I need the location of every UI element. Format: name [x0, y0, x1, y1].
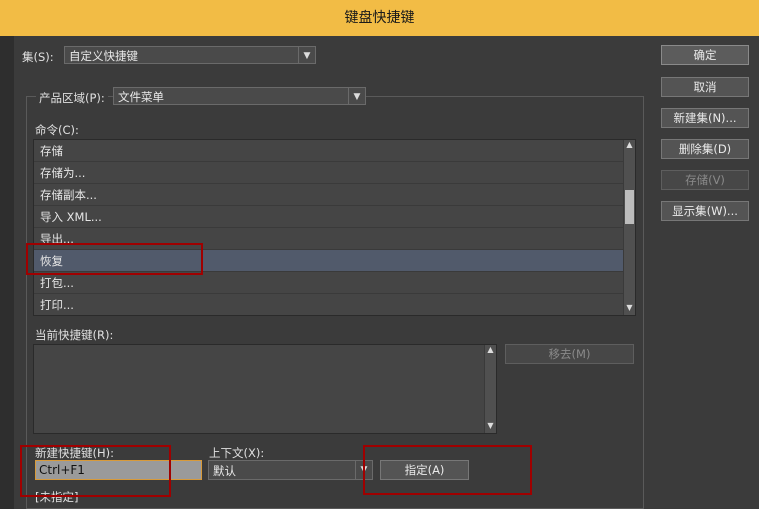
scroll-up-icon[interactable]: ▲ [485, 345, 496, 357]
context-dropdown[interactable]: 默认 ▼ [208, 460, 373, 480]
set-dropdown[interactable]: 自定义快捷键 ▼ [64, 46, 316, 64]
highlight-restore-item [26, 243, 203, 275]
product-area-dropdown[interactable]: 文件菜单 ▼ [113, 87, 366, 105]
dialog-title-bar: 键盘快捷键 [0, 0, 759, 36]
commands-list[interactable]: 存储 存储为... 存储副本... 导入 XML... 导出... 恢复 打包.… [33, 139, 636, 316]
list-item[interactable]: 导入 XML... [34, 206, 635, 228]
delete-set-button[interactable]: 删除集(D) [661, 139, 749, 159]
new-set-button[interactable]: 新建集(N)... [661, 108, 749, 128]
current-shortcut-scrollbar[interactable]: ▲ ▼ [484, 345, 496, 433]
highlight-new-shortcut [20, 445, 171, 497]
show-set-button[interactable]: 显示集(W)... [661, 201, 749, 221]
scroll-down-icon[interactable]: ▼ [485, 421, 496, 433]
scroll-down-icon[interactable]: ▼ [624, 303, 635, 315]
current-shortcut-label: 当前快捷键(R): [35, 328, 114, 342]
list-item[interactable]: 存储 [34, 140, 635, 162]
remove-button[interactable]: 移去(M) [505, 344, 634, 364]
set-label: 集(S): [22, 50, 54, 64]
context-value: 默认 [213, 464, 236, 478]
chevron-down-icon: ▼ [298, 47, 315, 63]
list-item[interactable]: 存储为... [34, 162, 635, 184]
context-label: 上下文(X): [209, 446, 265, 460]
dialog-title: 键盘快捷键 [344, 10, 415, 26]
scroll-up-icon[interactable]: ▲ [624, 140, 635, 152]
chevron-down-icon: ▼ [348, 88, 365, 104]
set-value: 自定义快捷键 [69, 49, 138, 63]
current-shortcut-list[interactable]: ▲ ▼ [33, 344, 497, 434]
product-area-value: 文件菜单 [118, 90, 164, 104]
ok-button[interactable]: 确定 [661, 45, 749, 65]
scroll-thumb[interactable] [625, 190, 634, 224]
left-edge [0, 36, 14, 509]
highlight-assign-button [363, 445, 532, 495]
commands-label: 命令(C): [35, 123, 79, 137]
save-set-button[interactable]: 存储(V) [661, 170, 749, 190]
cancel-button[interactable]: 取消 [661, 77, 749, 97]
commands-scrollbar[interactable]: ▲ ▼ [623, 140, 635, 315]
list-item[interactable]: 打印... [34, 294, 635, 315]
product-area-label: 产品区域(P): [36, 90, 108, 106]
list-item[interactable]: 打包... [34, 272, 635, 294]
list-item[interactable]: 存储副本... [34, 184, 635, 206]
